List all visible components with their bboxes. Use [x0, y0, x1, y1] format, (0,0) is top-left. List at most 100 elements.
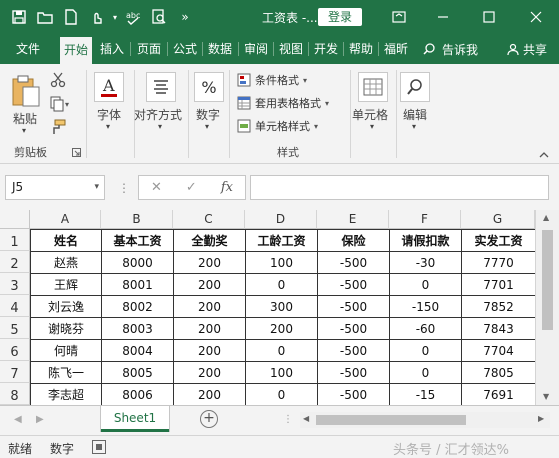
align-icon[interactable]: [146, 72, 176, 102]
table-cell[interactable]: 7843: [462, 318, 536, 340]
percent-icon[interactable]: %: [194, 72, 224, 102]
vertical-scroll-thumb[interactable]: [542, 230, 553, 330]
prev-sheet-icon[interactable]: ◀: [14, 414, 22, 425]
column-header-d[interactable]: D: [245, 210, 317, 229]
sheet-tab-sheet1[interactable]: Sheet1: [101, 406, 169, 432]
table-cell[interactable]: 200: [174, 362, 246, 384]
name-box-caret-icon[interactable]: ▾: [94, 176, 99, 199]
copy-icon[interactable]: ▾: [50, 96, 72, 115]
scroll-right-icon[interactable]: ▶: [538, 414, 544, 423]
dialog-launcher-icon[interactable]: [72, 146, 81, 160]
share-button[interactable]: 共享: [507, 34, 547, 64]
column-header-c[interactable]: C: [173, 210, 245, 229]
conditional-format-button[interactable]: 条件格式 ▾: [237, 72, 307, 88]
table-cell[interactable]: 8004: [102, 340, 174, 362]
maximize-icon[interactable]: [466, 0, 512, 34]
row-header-4[interactable]: 4: [0, 295, 30, 317]
login-button[interactable]: 登录: [318, 8, 362, 26]
format-painter-icon[interactable]: [50, 119, 66, 138]
column-header-f[interactable]: F: [389, 210, 461, 229]
horizontal-scrollbar[interactable]: ◀ ▶: [300, 412, 550, 428]
editing-label[interactable]: 编辑: [403, 106, 427, 123]
header-cell[interactable]: 实发工资: [462, 230, 536, 252]
table-cell[interactable]: 赵燕: [31, 252, 102, 274]
font-caret-icon[interactable]: ▾: [106, 122, 110, 131]
horizontal-scroll-thumb[interactable]: [316, 415, 466, 425]
table-cell[interactable]: 300: [246, 296, 318, 318]
font-label[interactable]: 字体: [97, 106, 121, 123]
cell-styles-button[interactable]: 单元格样式 ▾: [237, 118, 318, 134]
format-as-table-button[interactable]: 套用表格格式 ▾: [237, 95, 329, 111]
row-header-5[interactable]: 5: [0, 317, 30, 339]
table-cell[interactable]: -500: [318, 340, 390, 362]
table-cell[interactable]: 8000: [102, 252, 174, 274]
table-cell[interactable]: 200: [246, 318, 318, 340]
table-cell[interactable]: -500: [318, 274, 390, 296]
table-cell[interactable]: -150: [390, 296, 462, 318]
splitter-handle[interactable]: ⋮: [118, 181, 130, 195]
tab-page-layout[interactable]: 页面: [133, 34, 165, 64]
print-preview-icon[interactable]: [146, 0, 172, 34]
open-folder-icon[interactable]: [32, 0, 58, 34]
header-cell[interactable]: 姓名: [31, 230, 102, 252]
table-cell[interactable]: 200: [174, 318, 246, 340]
worksheet-grid[interactable]: A B C D E F G 1 2 3 4 5 6 7 8 姓名 基本工资 全勤奖工…: [0, 210, 559, 405]
table-cell[interactable]: 7770: [462, 252, 536, 274]
paste-icon[interactable]: [10, 74, 42, 108]
column-header-g[interactable]: G: [461, 210, 535, 229]
macro-record-icon[interactable]: [92, 440, 106, 454]
next-sheet-icon[interactable]: ▶: [36, 414, 44, 425]
table-cell[interactable]: 7704: [462, 340, 536, 362]
enter-icon[interactable]: ✓: [186, 180, 197, 195]
editing-caret-icon[interactable]: ▾: [412, 122, 416, 131]
scroll-down-icon[interactable]: ▼: [543, 392, 549, 401]
paste-label[interactable]: 粘贴: [13, 110, 37, 127]
cancel-icon[interactable]: ✕: [151, 180, 162, 195]
table-cell[interactable]: 谢晓芬: [31, 318, 102, 340]
table-cell[interactable]: 8005: [102, 362, 174, 384]
close-icon[interactable]: [513, 0, 559, 34]
select-all-corner[interactable]: [0, 210, 30, 229]
table-cell[interactable]: -500: [318, 296, 390, 318]
spell-check-icon[interactable]: abc: [120, 0, 146, 34]
table-cell[interactable]: 0: [390, 274, 462, 296]
header-cell[interactable]: 基本工资: [102, 230, 174, 252]
cells-icon[interactable]: [358, 72, 388, 102]
paste-caret-icon[interactable]: ▾: [22, 126, 26, 135]
tab-file[interactable]: 文件: [8, 34, 48, 64]
table-cell[interactable]: 0: [246, 274, 318, 296]
tab-developer[interactable]: 开发: [310, 34, 342, 64]
tab-insert[interactable]: 插入: [96, 34, 128, 64]
new-file-icon[interactable]: [58, 0, 84, 34]
table-cell[interactable]: 0: [246, 384, 318, 405]
find-icon[interactable]: [400, 72, 430, 102]
table-cell[interactable]: 7852: [462, 296, 536, 318]
header-cell[interactable]: 请假扣款: [390, 230, 462, 252]
table-cell[interactable]: 何晴: [31, 340, 102, 362]
table-cell[interactable]: -15: [390, 384, 462, 405]
header-cell[interactable]: 工龄工资: [246, 230, 318, 252]
save-icon[interactable]: [6, 0, 32, 34]
table-cell[interactable]: 200: [174, 384, 246, 405]
tab-help[interactable]: 帮助: [345, 34, 377, 64]
more-commands-icon[interactable]: »: [172, 0, 198, 34]
table-cell[interactable]: -500: [318, 384, 390, 405]
insert-function-icon[interactable]: fx: [221, 180, 233, 195]
name-box[interactable]: J5 ▾: [5, 175, 105, 200]
tab-splitter-handle[interactable]: ⋮: [283, 414, 293, 425]
tab-home[interactable]: 开始: [60, 37, 92, 64]
ribbon-display-options-icon[interactable]: [376, 0, 422, 34]
table-cell[interactable]: 0: [390, 340, 462, 362]
table-cell[interactable]: 200: [174, 274, 246, 296]
table-cell[interactable]: 100: [246, 252, 318, 274]
table-cell[interactable]: -30: [390, 252, 462, 274]
table-cell[interactable]: 200: [174, 296, 246, 318]
cells-caret-icon[interactable]: ▾: [370, 122, 374, 131]
header-cell[interactable]: 全勤奖: [174, 230, 246, 252]
table-cell[interactable]: 8002: [102, 296, 174, 318]
column-header-b[interactable]: B: [101, 210, 173, 229]
header-cell[interactable]: 保险: [318, 230, 390, 252]
table-cell[interactable]: 200: [174, 340, 246, 362]
row-header-1[interactable]: 1: [0, 229, 30, 251]
row-header-2[interactable]: 2: [0, 251, 30, 273]
